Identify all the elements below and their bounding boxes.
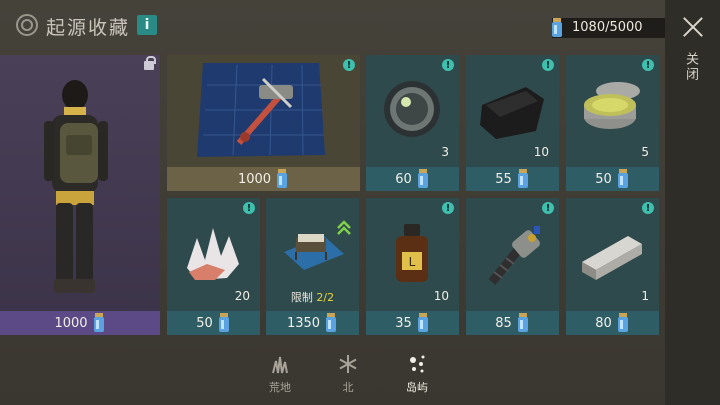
lock-icon (144, 56, 156, 70)
vial-icon (516, 312, 530, 334)
close-label[interactable]: 关闭 (683, 52, 700, 82)
currency-display: 1080/5000 (550, 17, 669, 39)
item-quantity: 3 (441, 145, 449, 159)
item-card-ingot[interactable]: ! 1 80 (566, 198, 659, 335)
character-figure (30, 73, 120, 313)
price-bar: 1000 (167, 167, 360, 191)
header: 起源收藏 i 1080/5000 (0, 0, 669, 52)
vial-icon (516, 168, 530, 190)
tab-label: 岛屿 (406, 381, 428, 394)
currency-amount: 1080/5000 (552, 18, 669, 38)
item-card-blueprint[interactable]: ! 1000 (167, 55, 360, 191)
price-value: 1000 (54, 315, 88, 331)
tab-wasteland[interactable]: 荒地 (255, 353, 305, 395)
price-bar: 55 (466, 167, 559, 191)
price-value: 50 (595, 171, 612, 187)
price-bar: 35 (366, 311, 459, 335)
vial-icon (217, 312, 231, 334)
grass-icon (269, 353, 291, 375)
character-card[interactable]: 1000 (0, 55, 160, 335)
price-bar: 80 (566, 311, 659, 335)
item-card-drill[interactable]: ! 85 (466, 198, 559, 335)
tab-island[interactable]: 岛屿 (392, 353, 442, 395)
collection-panel: 起源收藏 i 1080/5000 1000 ! 1000 ! 3 60 ! 10… (0, 0, 669, 405)
item-quantity: 10 (433, 289, 449, 303)
snowflake-icon (337, 353, 359, 375)
region-tabs: 荒地 北 岛屿 (0, 345, 665, 405)
item-card-bed[interactable]: 限制 2/2 1350 (266, 198, 359, 335)
sparkle-icon (406, 353, 428, 375)
price-bar: 60 (366, 167, 459, 191)
item-card-jar[interactable]: ! 5 50 (566, 55, 659, 191)
item-quantity: 20 (234, 289, 250, 303)
price-bar: 85 (466, 311, 559, 335)
item-quantity: 1 (641, 289, 649, 303)
vial-icon (324, 312, 338, 334)
vial-icon (92, 312, 106, 334)
vial-icon (550, 17, 564, 39)
drill-icon (466, 198, 559, 311)
price-value: 1350 (286, 315, 321, 331)
item-card-lens[interactable]: ! 3 60 (366, 55, 459, 191)
price-value: 1000 (237, 171, 272, 187)
vial-icon (275, 168, 289, 190)
page-title: 起源收藏 (46, 17, 131, 39)
price-value: 80 (595, 315, 612, 331)
crossbow-blueprint-icon (167, 55, 360, 167)
vial-icon (416, 312, 430, 334)
purchase-limit: 限制 2/2 (266, 289, 359, 305)
svg-text:L: L (409, 255, 416, 269)
item-quantity: 10 (533, 145, 549, 159)
price-value: 50 (196, 315, 213, 331)
price-value: 85 (495, 315, 512, 331)
price-bar: 50 (167, 311, 260, 335)
price-bar: 1350 (266, 311, 359, 335)
item-card-crystal[interactable]: ! 20 50 (167, 198, 260, 335)
vial-icon (416, 168, 430, 190)
limit-value: 2/2 (316, 291, 335, 304)
price-value: 60 (395, 171, 412, 187)
limit-label: 限制 (290, 291, 313, 304)
origin-emblem-icon (16, 14, 38, 36)
tab-label: 北 (342, 381, 354, 394)
price-bar: 50 (566, 167, 659, 191)
info-button[interactable]: i (137, 15, 157, 35)
item-quantity: 5 (641, 145, 649, 159)
item-card-bottle[interactable]: ! L 10 35 (366, 198, 459, 335)
tab-north[interactable]: 北 (323, 353, 373, 395)
vial-icon (616, 168, 630, 190)
vial-icon (616, 312, 630, 334)
price-value: 35 (395, 315, 412, 331)
price-bar: 1000 (0, 311, 160, 335)
item-card-cloth[interactable]: ! 10 55 (466, 55, 559, 191)
tab-label: 荒地 (269, 381, 291, 394)
price-value: 55 (495, 171, 512, 187)
close-icon[interactable] (682, 16, 704, 38)
